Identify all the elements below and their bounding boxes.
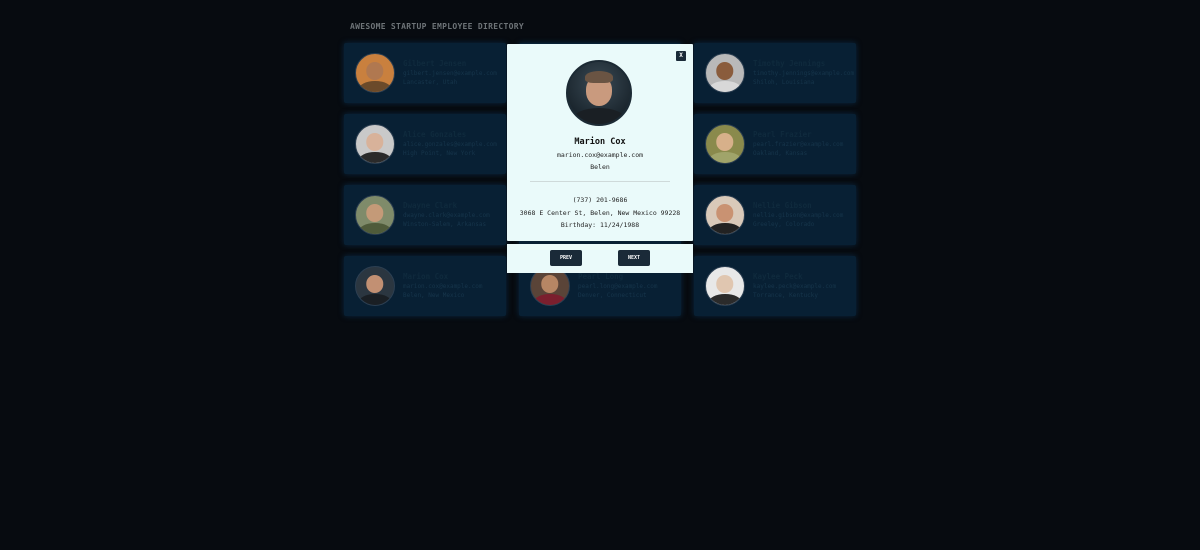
avatar-hair <box>585 71 613 83</box>
close-button[interactable]: X <box>676 51 686 61</box>
next-button[interactable]: NEXT <box>618 250 650 266</box>
modal-birthday: Birthday: 11/24/1988 <box>560 221 640 229</box>
modal-email: marion.cox@example.com <box>556 151 644 159</box>
modal-phone: (737) 201-9686 <box>572 196 628 204</box>
modal-name: Marion Cox <box>574 137 626 147</box>
modal-divider <box>530 181 670 182</box>
employee-modal: X Marion Cox marion.cox@example.com Bele… <box>507 44 693 241</box>
modal-address: 3068 E Center St, Belen, New Mexico 9922… <box>519 209 681 217</box>
modal-city: Belen <box>590 163 610 171</box>
modal-nav-bar: PREV NEXT <box>507 244 693 273</box>
modal-avatar <box>566 60 632 126</box>
prev-button[interactable]: PREV <box>550 250 582 266</box>
avatar-shoulders <box>572 108 626 124</box>
